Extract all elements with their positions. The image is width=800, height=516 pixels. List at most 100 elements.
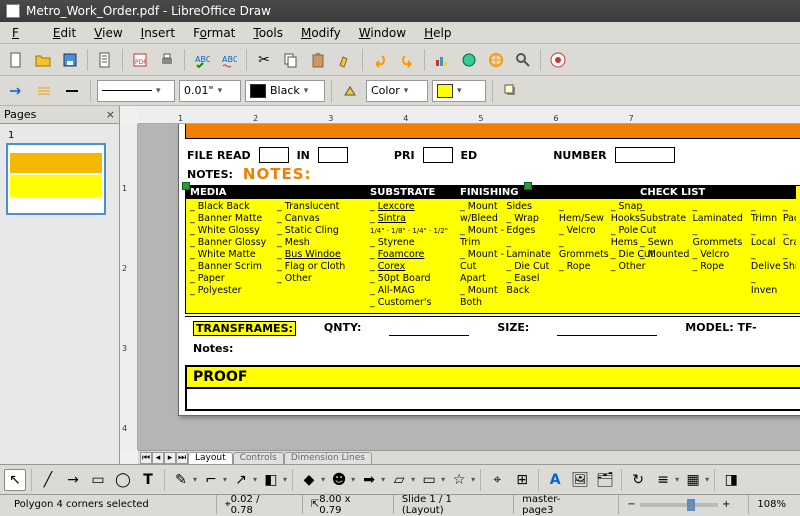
fontwork-tool[interactable]: A xyxy=(544,469,566,491)
media-items: Black BackBanner Matte White GlossyBanne… xyxy=(186,201,366,297)
gallery-tool[interactable]: 🗂 xyxy=(594,469,616,491)
proof-header: PROOF xyxy=(187,367,800,389)
statusbar: Polygon 4 corners selected ⌖ 0.02 / 0.78… xyxy=(0,494,800,514)
menu-format[interactable]: Format xyxy=(185,24,243,42)
in-box xyxy=(318,147,348,163)
connector-tool[interactable]: ⌐ xyxy=(200,469,222,491)
area-color-combo[interactable]: ▾ xyxy=(432,80,486,102)
zoom-thumb[interactable] xyxy=(687,499,695,511)
tab-dimension[interactable]: Dimension Lines xyxy=(284,452,372,464)
line-color-combo[interactable]: Black▾ xyxy=(245,80,325,102)
star-tool[interactable]: ☆ xyxy=(448,469,470,491)
tab-nav-last[interactable]: ⏭ xyxy=(176,452,188,464)
selection-handle[interactable] xyxy=(182,182,190,190)
copy-button[interactable] xyxy=(279,48,303,72)
navigator-button[interactable] xyxy=(484,48,508,72)
close-icon[interactable]: × xyxy=(106,108,115,121)
shadow-button[interactable] xyxy=(499,79,523,103)
zoom-slider[interactable]: − + xyxy=(618,495,738,514)
line-color-button[interactable] xyxy=(60,79,84,103)
tab-nav-next[interactable]: ▸ xyxy=(164,452,176,464)
in-label: IN xyxy=(297,149,310,162)
paste-button[interactable] xyxy=(306,48,330,72)
cut-button[interactable]: ✂ xyxy=(252,48,276,72)
align-tool[interactable]: ≡ xyxy=(652,469,674,491)
callout-tool[interactable]: ▭ xyxy=(418,469,440,491)
page-thumbnail-number: 1 xyxy=(6,130,106,141)
edit-file-button[interactable] xyxy=(93,48,117,72)
line-style-combo[interactable]: ▾ xyxy=(97,80,175,102)
open-button[interactable] xyxy=(31,48,55,72)
auto-spellcheck-button[interactable]: ABC xyxy=(217,48,241,72)
line-tool[interactable]: ╱ xyxy=(37,469,59,491)
rectangle-tool[interactable]: ▭ xyxy=(87,469,109,491)
page-viewport[interactable]: FILE READ IN PRIED NUMBER NOTES: NOTES: xyxy=(138,124,800,450)
from-file-tool[interactable]: 🖼 xyxy=(569,469,591,491)
menu-help[interactable]: Help xyxy=(416,24,459,42)
tab-nav-first[interactable]: ⏮ xyxy=(140,452,152,464)
tab-controls[interactable]: Controls xyxy=(233,452,284,464)
separator xyxy=(621,469,622,491)
zoom-button[interactable] xyxy=(511,48,535,72)
ellipse-tool[interactable]: ◯ xyxy=(112,469,134,491)
arrange-tool[interactable]: ▦ xyxy=(682,469,704,491)
menu-edit[interactable]: Edit xyxy=(45,24,84,42)
menu-window[interactable]: Window xyxy=(351,24,414,42)
tab-layout[interactable]: Layout xyxy=(188,452,233,464)
menu-modify[interactable]: Modify xyxy=(293,24,349,42)
undo-button[interactable] xyxy=(368,48,392,72)
curve-tool[interactable]: ✎ xyxy=(170,469,192,491)
line-style-button[interactable] xyxy=(32,79,56,103)
rotate-tool[interactable]: ↻ xyxy=(627,469,649,491)
selection-handle[interactable] xyxy=(524,182,532,190)
glue-tool[interactable]: ⊞ xyxy=(511,469,533,491)
points-tool[interactable]: ⌖ xyxy=(486,469,508,491)
status-zoom[interactable]: 108% xyxy=(748,495,794,514)
zoom-track[interactable] xyxy=(640,503,718,507)
line-width-combo[interactable]: 0.01"▾ xyxy=(179,80,241,102)
arrow-tool[interactable]: → xyxy=(62,469,84,491)
menu-file[interactable]: F xyxy=(4,24,43,42)
help-button[interactable] xyxy=(546,48,570,72)
3d-tool[interactable]: ◧ xyxy=(260,469,282,491)
orange-header-bar xyxy=(185,124,800,139)
print-button[interactable] xyxy=(155,48,179,72)
hyperlink-button[interactable] xyxy=(457,48,481,72)
save-button[interactable] xyxy=(58,48,82,72)
extrusion-tool[interactable]: ◨ xyxy=(720,469,742,491)
line-color-swatch xyxy=(250,84,266,98)
tab-nav-prev[interactable]: ◂ xyxy=(152,452,164,464)
arrow-style-button[interactable] xyxy=(4,79,28,103)
titlebar: Metro_Work_Order.pdf - LibreOffice Draw xyxy=(0,0,800,22)
menu-view[interactable]: View xyxy=(86,24,130,42)
chart-button[interactable] xyxy=(430,48,454,72)
number-label: NUMBER xyxy=(553,149,606,162)
redo-button[interactable] xyxy=(395,48,419,72)
status-size: ⇱ 8.00 x 0.79 xyxy=(302,495,383,514)
page-thumbnail[interactable]: 1 xyxy=(6,130,106,215)
drawing-toolbar: ↖ ╱ → ▭ ◯ T ✎▾ ⌐▾ ↗▾ ◧▾ ◆▾ ☻▾ ➡▾ ▱▾ ▭▾ ☆… xyxy=(0,464,800,494)
area-button[interactable] xyxy=(338,79,362,103)
basic-shapes-tool[interactable]: ◆ xyxy=(298,469,320,491)
export-pdf-button[interactable]: PDF xyxy=(128,48,152,72)
line-color-name: Black xyxy=(270,84,300,97)
new-button[interactable] xyxy=(4,48,28,72)
spellcheck-button[interactable]: ABC xyxy=(190,48,214,72)
qnty-label: QNTY: xyxy=(324,321,361,336)
separator xyxy=(246,49,247,71)
flowchart-tool[interactable]: ▱ xyxy=(388,469,410,491)
lines-arrows-tool[interactable]: ↗ xyxy=(230,469,252,491)
format-paintbrush-button[interactable] xyxy=(333,48,357,72)
symbol-shapes-tool[interactable]: ☻ xyxy=(328,469,350,491)
pages-panel-header: Pages × xyxy=(0,106,119,124)
block-arrows-tool[interactable]: ➡ xyxy=(358,469,380,491)
line-width-value: 0.01" xyxy=(184,84,214,97)
window-title: Metro_Work_Order.pdf - LibreOffice Draw xyxy=(26,4,271,18)
menu-tools[interactable]: Tools xyxy=(245,24,291,42)
menu-insert[interactable]: Insert xyxy=(133,24,183,42)
text-tool[interactable]: T xyxy=(137,469,159,491)
separator xyxy=(480,469,481,491)
select-tool[interactable]: ↖ xyxy=(4,469,26,491)
separator xyxy=(184,49,185,71)
area-style-combo[interactable]: Color▾ xyxy=(366,80,428,102)
